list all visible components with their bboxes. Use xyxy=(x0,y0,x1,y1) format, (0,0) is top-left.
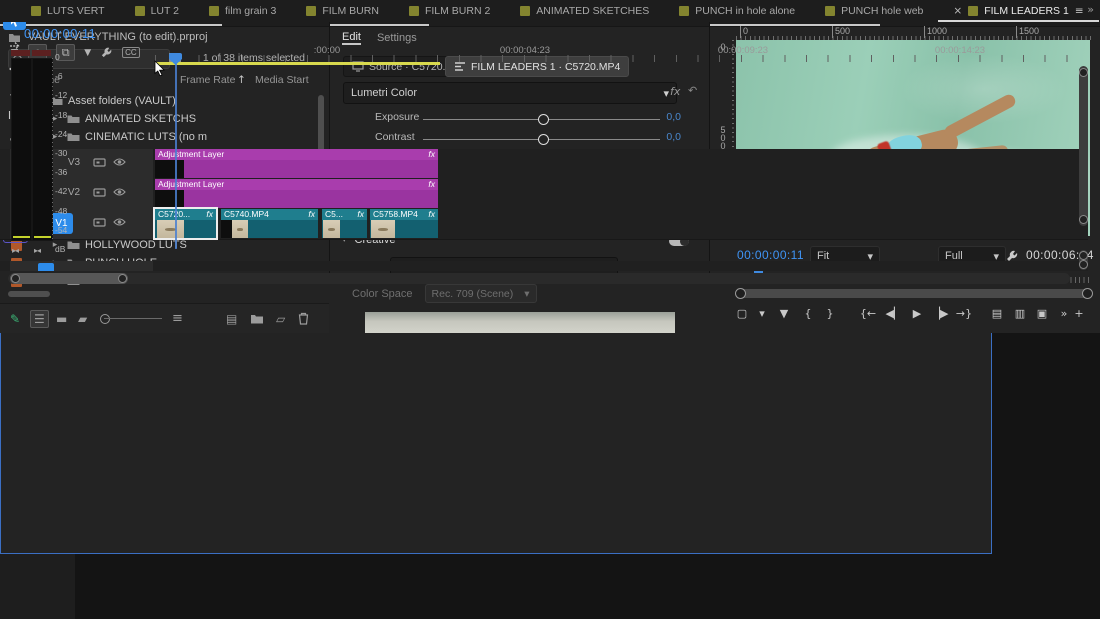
timeline-clip[interactable]: C5740.MP4fx xyxy=(221,209,318,238)
clip-fx-badge[interactable]: fx xyxy=(357,209,364,220)
sequence-icon xyxy=(968,6,978,16)
video-track-v2: V2 Adjustment Layerfx xyxy=(0,179,1088,210)
sequence-icon xyxy=(306,6,316,16)
timecode-label: :00:00 xyxy=(314,45,340,56)
timeline-clip[interactable]: Adjustment Layerfx xyxy=(155,149,438,178)
track-target-badge-a1[interactable] xyxy=(38,263,54,271)
scrollbar-right-knob[interactable] xyxy=(118,274,127,283)
sync-lock-icon[interactable] xyxy=(93,217,106,228)
sequence-icon xyxy=(679,6,689,16)
audio-meter-right xyxy=(32,58,53,241)
solo-left-icon[interactable]: ▸◂ xyxy=(12,246,18,255)
clip-thumbnail xyxy=(323,220,340,238)
timeline-current-timecode[interactable]: 00:00:00:11 xyxy=(24,26,96,41)
meter-scale-label: -24 xyxy=(55,129,67,139)
audio-track-a1-partial xyxy=(0,261,1088,271)
clip-fx-badge[interactable]: fx xyxy=(428,179,435,190)
track-output-eye-icon[interactable] xyxy=(113,217,126,227)
sequence-tab[interactable]: × PUNCH in hole alone ≡ xyxy=(664,0,810,22)
sequence-icon xyxy=(520,6,530,16)
sequence-tab[interactable]: × LUT 2 ≡ xyxy=(120,0,194,22)
tab-overflow-icon[interactable]: » xyxy=(1087,3,1094,16)
mouse-cursor xyxy=(154,60,166,76)
timeline-ruler[interactable]: :00:00 00:00:04:23 00:00:09:23 00:00:14:23 xyxy=(155,43,1088,62)
sequence-tab[interactable]: × FILM BURN ≡ xyxy=(291,0,394,22)
sequence-icon xyxy=(31,6,41,16)
sequence-tab[interactable]: × ANIMATED SKETCHES ≡ xyxy=(505,0,664,22)
work-area-bar[interactable] xyxy=(155,62,440,65)
timeline-settings-wrench-icon[interactable] xyxy=(100,46,113,59)
meter-scale-label: -30 xyxy=(55,148,67,158)
captions-button[interactable]: CC xyxy=(122,47,140,58)
timeline-horizontal-scrollbar[interactable] xyxy=(8,273,1070,284)
meter-scale-label: 0 xyxy=(55,52,60,62)
audio-meter-left xyxy=(11,58,32,241)
sequence-tab[interactable]: × FILM LEADERS 1 ≡ xyxy=(938,0,1098,22)
clip-thumbnail xyxy=(232,220,248,238)
clip-indicator-left[interactable] xyxy=(11,50,30,56)
timecode-label: 00:00:04:23 xyxy=(500,45,550,56)
video-track-v3: V1 V3 Adjustment xyxy=(0,149,1088,180)
sequence-tab[interactable]: × LUTS VERT ≡ xyxy=(16,0,120,22)
audio-scroll-knob[interactable] xyxy=(1079,250,1088,270)
track-output-eye-icon[interactable] xyxy=(113,187,126,197)
timeline-vertical-scrollbar[interactable] xyxy=(1079,66,1088,226)
clip-fx-badge[interactable]: fx xyxy=(428,209,435,220)
video-track-v1: V1 C5720...fx xyxy=(0,209,1088,240)
scrollbar-top-knob[interactable] xyxy=(1079,68,1088,77)
sequence-icon xyxy=(825,6,835,16)
scrollbar-bottom-knob[interactable] xyxy=(1079,215,1088,224)
timecode-label: 00:00:14:23 xyxy=(935,45,985,56)
add-marker-button[interactable]: ▼ xyxy=(84,48,91,58)
clip-indicator-right[interactable] xyxy=(32,50,51,56)
meter-scale-label: -54 xyxy=(55,225,67,235)
timeline-clip[interactable]: C5...fx xyxy=(322,209,367,238)
clip-thumbnail xyxy=(371,220,395,238)
timecode-label: 00:00:09:23 xyxy=(718,45,768,56)
meter-scale-label: -48 xyxy=(55,206,67,216)
sequence-icon xyxy=(135,6,145,16)
sequence-icon xyxy=(409,6,419,16)
meter-scale-label: -36 xyxy=(55,167,67,177)
scrollbar-thumb[interactable] xyxy=(10,273,128,284)
sync-lock-icon[interactable] xyxy=(93,187,106,198)
premiere-pro-app: Project: VAULT EVERYTHING (to edit) ≡ Ef… xyxy=(0,0,1100,619)
clip-fx-badge[interactable]: fx xyxy=(308,209,315,220)
clip-fx-badge[interactable]: fx xyxy=(206,209,213,220)
sequence-tab[interactable]: × FILM BURN 2 ≡ xyxy=(394,0,505,22)
scrollbar-left-knob[interactable] xyxy=(11,274,20,283)
panel-menu-icon[interactable]: ≡ xyxy=(1075,5,1084,17)
meter-scale-label: -18 xyxy=(55,110,67,120)
clip-thumbnail xyxy=(157,220,184,238)
timeline-tabbar: × LUTS VERT ≡ × LUT 2 ≡ × film grain 3 xyxy=(0,0,1100,22)
meter-scale-label: dB xyxy=(55,244,65,254)
meter-scale-label: -12 xyxy=(55,90,67,100)
track-output-eye-icon[interactable] xyxy=(113,157,126,167)
solo-right-icon[interactable]: ▸◂ xyxy=(34,246,40,255)
meter-scale-label: -42 xyxy=(55,186,67,196)
timeline-clip[interactable]: C5758.MP4fx xyxy=(370,209,438,238)
timeline-panel: × LUTS VERT ≡ × LUT 2 ≡ × film grain 3 xyxy=(0,283,992,554)
meter-tick-marks xyxy=(52,58,53,239)
close-tab-icon[interactable]: × xyxy=(953,5,962,17)
timeline-clip[interactable]: Adjustment Layerfx xyxy=(155,179,438,208)
timeline-clip[interactable]: C5720...fx xyxy=(155,209,216,238)
sync-lock-icon[interactable] xyxy=(93,157,106,168)
meter-scale-label: -6 xyxy=(55,71,63,81)
sequence-icon xyxy=(209,6,219,16)
clip-fx-badge[interactable]: fx xyxy=(428,149,435,160)
meter-scale: 0 -6 -12 -18 -24 -30 -36 -42 -48 -54 dB xyxy=(55,52,73,254)
timeline-playhead-line xyxy=(175,64,177,249)
sequence-tab[interactable]: × PUNCH hole web ≡ xyxy=(810,0,938,22)
sequence-tab[interactable]: × film grain 3 ≡ xyxy=(194,0,291,22)
